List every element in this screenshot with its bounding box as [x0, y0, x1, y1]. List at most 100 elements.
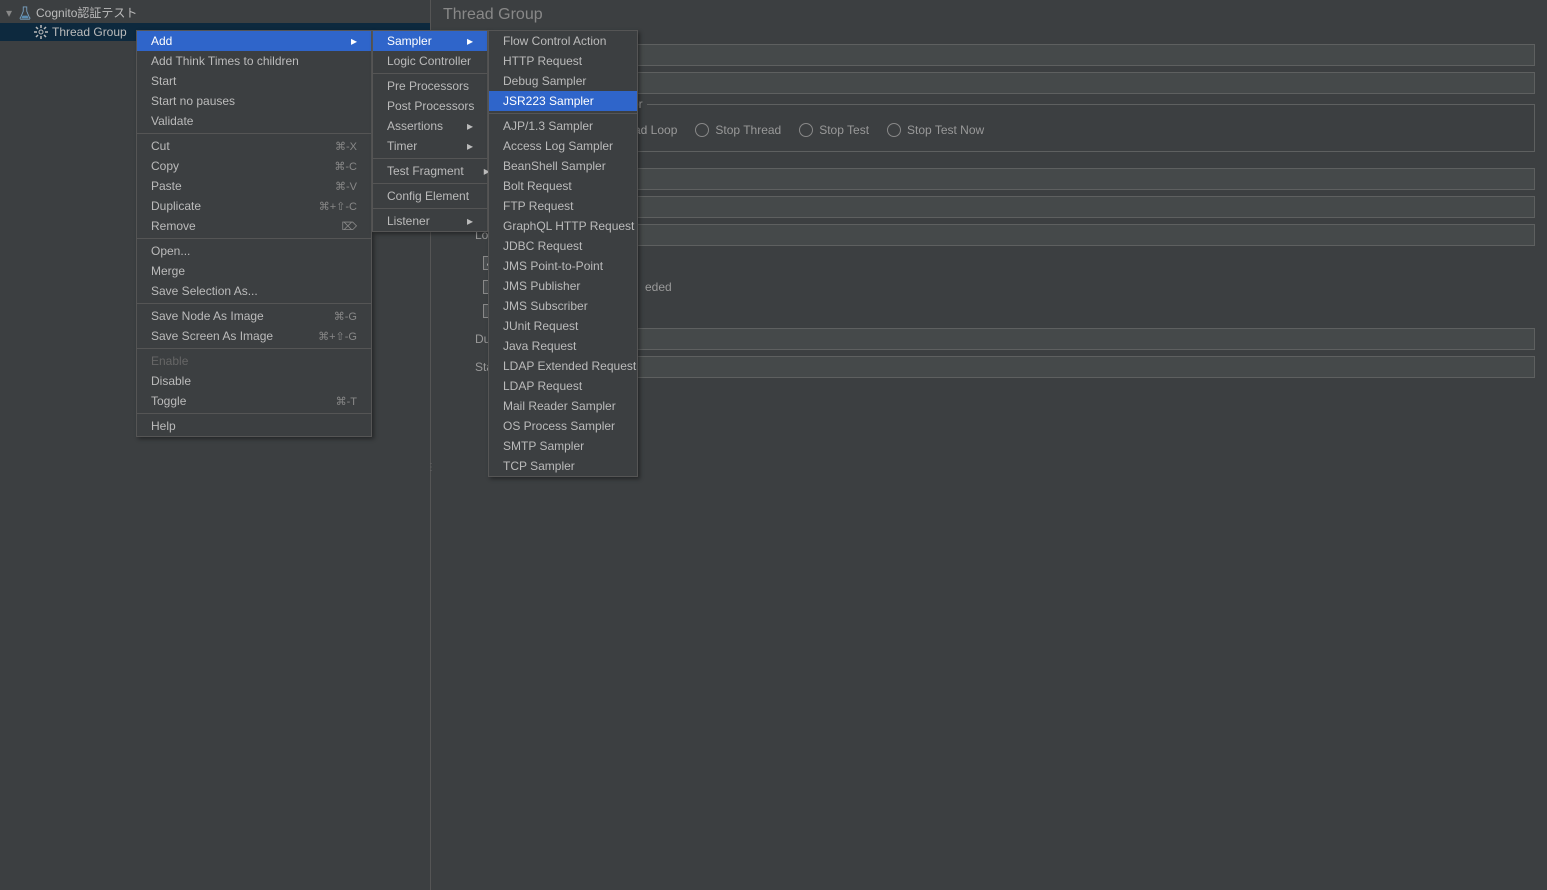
sampler-submenu-item[interactable]: AJP/1.3 Sampler: [489, 116, 637, 136]
add-submenu-item[interactable]: Sampler▸: [373, 31, 487, 51]
name-input[interactable]: [601, 44, 1535, 66]
sampler-submenu-item[interactable]: LDAP Request: [489, 376, 637, 396]
menu-separator: [137, 348, 371, 349]
sampler-submenu-item[interactable]: FTP Request: [489, 196, 637, 216]
menu-separator: [373, 158, 487, 159]
splitter-handle-icon[interactable]: ⋮: [426, 462, 434, 473]
context-menu-item[interactable]: Merge: [137, 261, 371, 281]
menu-item-label: Timer: [387, 139, 417, 153]
menu-item-label: Flow Control Action: [503, 34, 606, 48]
menu-item-label: HTTP Request: [503, 54, 582, 68]
comments-input[interactable]: [601, 72, 1535, 94]
add-submenu-item[interactable]: Assertions▸: [373, 116, 487, 136]
menu-item-label: Add Think Times to children: [151, 54, 299, 68]
menu-item-label: JDBC Request: [503, 239, 582, 253]
sampler-submenu-item[interactable]: SMTP Sampler: [489, 436, 637, 456]
context-menu-item[interactable]: Add Think Times to children: [137, 51, 371, 71]
context-menu-item[interactable]: Disable: [137, 371, 371, 391]
menu-item-label: GraphQL HTTP Request: [503, 219, 634, 233]
context-menu-item[interactable]: Paste⌘-V: [137, 176, 371, 196]
tree-root-item[interactable]: ▾ Cognito認証テスト: [0, 2, 430, 23]
gear-icon: [34, 25, 48, 39]
menu-item-label: Save Screen As Image: [151, 329, 273, 343]
sampler-submenu-item[interactable]: JSR223 Sampler: [489, 91, 637, 111]
menu-item-label: Validate: [151, 114, 193, 128]
radio-stop-test-now[interactable]: Stop Test Now: [887, 123, 984, 137]
sampler-submenu-item[interactable]: BeanShell Sampler: [489, 156, 637, 176]
add-submenu-item[interactable]: Logic Controller▸: [373, 51, 487, 71]
context-menu-item[interactable]: Save Node As Image⌘-G: [137, 306, 371, 326]
sampler-submenu-item[interactable]: Access Log Sampler: [489, 136, 637, 156]
context-menu-item[interactable]: Start: [137, 71, 371, 91]
context-menu-item[interactable]: Save Screen As Image⌘+⇧-G: [137, 326, 371, 346]
context-menu-item[interactable]: Add▸: [137, 31, 371, 51]
tree-child-label: Thread Group: [52, 25, 127, 39]
context-menu-item[interactable]: Open...: [137, 241, 371, 261]
menu-item-label: Paste: [151, 179, 182, 193]
menu-item-label: Enable: [151, 354, 188, 368]
menu-item-label: Toggle: [151, 394, 186, 408]
menu-item-label: Open...: [151, 244, 190, 258]
add-submenu-item[interactable]: Timer ▸: [373, 136, 487, 156]
chevron-right-icon: ▸: [467, 119, 473, 133]
sampler-submenu-item[interactable]: GraphQL HTTP Request: [489, 216, 637, 236]
ramp-input[interactable]: [606, 196, 1535, 218]
radio-stop-test[interactable]: Stop Test: [799, 123, 869, 137]
add-submenu-item[interactable]: Listener ▸: [373, 211, 487, 231]
menu-separator: [489, 113, 637, 114]
menu-item-label: TCP Sampler: [503, 459, 575, 473]
sampler-submenu-item[interactable]: TCP Sampler: [489, 456, 637, 476]
menu-item-label: Listener: [387, 214, 430, 228]
context-menu-item[interactable]: Toggle ⌘-T: [137, 391, 371, 411]
sampler-submenu-item[interactable]: JMS Point-to-Point: [489, 256, 637, 276]
panel-title: Thread Group: [431, 0, 1547, 30]
context-menu-item[interactable]: Validate: [137, 111, 371, 131]
context-menu-item[interactable]: Save Selection As...: [137, 281, 371, 301]
sampler-submenu-item[interactable]: LDAP Extended Request: [489, 356, 637, 376]
sampler-submenu-item[interactable]: Java Request: [489, 336, 637, 356]
context-menu: Add▸ Add Think Times to children StartStar…: [136, 30, 372, 437]
sampler-submenu-item[interactable]: Bolt Request: [489, 176, 637, 196]
menu-shortcut: ⌘-X: [335, 140, 357, 153]
menu-separator: [137, 413, 371, 414]
add-submenu-item[interactable]: Pre Processors▸: [373, 76, 487, 96]
context-menu-item[interactable]: Help: [137, 416, 371, 436]
context-menu-item[interactable]: Start no pauses: [137, 91, 371, 111]
menu-item-label: Config Element: [387, 189, 469, 203]
sampler-submenu-item[interactable]: Debug Sampler: [489, 71, 637, 91]
add-submenu-item[interactable]: Post Processors▸: [373, 96, 487, 116]
menu-item-label: FTP Request: [503, 199, 573, 213]
menu-shortcut: ⌘-G: [334, 310, 357, 323]
threads-input[interactable]: [603, 168, 1535, 190]
sampler-submenu-item[interactable]: JUnit Request: [489, 316, 637, 336]
add-submenu-item[interactable]: Config Element▸: [373, 186, 487, 206]
menu-item-label: Cut: [151, 139, 170, 153]
sampler-submenu-item[interactable]: Flow Control Action: [489, 31, 637, 51]
sampler-submenu-item[interactable]: JDBC Request: [489, 236, 637, 256]
menu-item-label: JMS Point-to-Point: [503, 259, 603, 273]
sampler-submenu-item[interactable]: OS Process Sampler: [489, 416, 637, 436]
duration-input[interactable]: [607, 328, 1535, 350]
radio-icon: [695, 123, 709, 137]
startup-input[interactable]: [615, 356, 1535, 378]
menu-item-label: JUnit Request: [503, 319, 578, 333]
menu-item-label: LDAP Request: [503, 379, 582, 393]
menu-shortcut: ⌘-T: [336, 395, 357, 408]
loop-input[interactable]: [608, 224, 1535, 246]
expand-arrow-icon[interactable]: ▾: [6, 6, 16, 20]
context-menu-item[interactable]: Duplicate⌘+⇧-C: [137, 196, 371, 216]
menu-item-label: Duplicate: [151, 199, 201, 213]
context-menu-item[interactable]: Cut ⌘-X: [137, 136, 371, 156]
menu-item-label: SMTP Sampler: [503, 439, 584, 453]
context-menu-item[interactable]: Remove⌦: [137, 216, 371, 236]
sampler-submenu-item[interactable]: Mail Reader Sampler: [489, 396, 637, 416]
sampler-submenu-item[interactable]: JMS Subscriber: [489, 296, 637, 316]
menu-separator: [373, 183, 487, 184]
add-submenu-item[interactable]: Test Fragment▸: [373, 161, 487, 181]
sampler-submenu-item[interactable]: HTTP Request: [489, 51, 637, 71]
chevron-right-icon: ▸: [467, 214, 473, 228]
sampler-submenu-item[interactable]: JMS Publisher: [489, 276, 637, 296]
chevron-right-icon: ▸: [467, 139, 473, 153]
radio-stop-thread[interactable]: Stop Thread: [695, 123, 781, 137]
context-menu-item[interactable]: Copy⌘-C: [137, 156, 371, 176]
